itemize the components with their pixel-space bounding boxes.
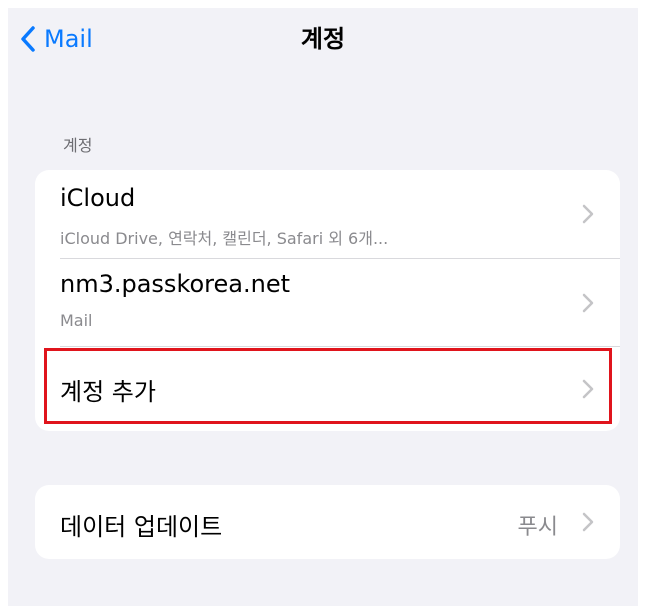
accounts-group: iCloud iCloud Drive, 연락처, 캘린더, Safari 외 …: [35, 170, 620, 431]
add-account-label: 계정 추가: [60, 378, 156, 406]
accounts-section-header: 계정: [63, 136, 93, 155]
fetch-new-data-label: 데이터 업데이트: [60, 513, 223, 541]
account-row-passkorea[interactable]: nm3.passkorea.net Mail: [35, 259, 620, 346]
account-subtitle: iCloud Drive, 연락처, 캘린더, Safari 외 6개...: [60, 229, 389, 248]
settings-screen: Mail 계정 계정 iCloud iCloud Drive, 연락처, 캘린더…: [8, 8, 638, 606]
chevron-right-icon: [582, 293, 594, 317]
chevron-right-icon: [582, 512, 594, 536]
fetch-group: 데이터 업데이트 푸시: [35, 485, 620, 559]
page-title: 계정: [300, 25, 346, 53]
account-subtitle: Mail: [60, 311, 93, 330]
account-title: iCloud: [60, 184, 136, 212]
chevron-right-icon: [582, 204, 594, 228]
add-account-row[interactable]: 계정 추가: [35, 347, 620, 431]
account-row-icloud[interactable]: iCloud iCloud Drive, 연락처, 캘린더, Safari 외 …: [35, 170, 620, 258]
fetch-new-data-row[interactable]: 데이터 업데이트 푸시: [35, 485, 620, 559]
fetch-new-data-value: 푸시: [517, 515, 558, 540]
account-title: nm3.passkorea.net: [60, 270, 290, 298]
navigation-bar: Mail 계정: [8, 8, 638, 70]
chevron-right-icon: [582, 379, 594, 403]
